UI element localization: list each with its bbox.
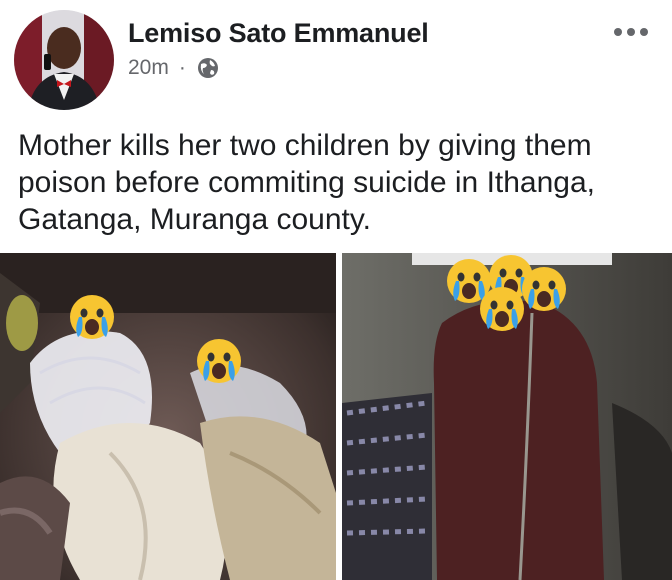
author-avatar[interactable] — [14, 10, 114, 110]
post-photo-2[interactable] — [342, 253, 672, 580]
crying-face-emoji — [70, 295, 114, 339]
globe-icon[interactable] — [196, 56, 220, 80]
meta-separator: · — [178, 56, 186, 79]
photo-1-image — [0, 253, 336, 580]
post-header: Lemiso Sato Emmanuel 20m · — [0, 0, 672, 112]
crying-face-emoji — [480, 287, 524, 331]
crying-face-emoji — [522, 267, 566, 311]
more-dot — [640, 28, 648, 36]
crying-face-emoji — [197, 339, 241, 383]
more-dot — [614, 28, 622, 36]
more-options-icon[interactable] — [614, 28, 648, 36]
post-photo-1[interactable] — [0, 253, 336, 580]
more-dot — [627, 28, 635, 36]
post-text: Mother kills her two children by giving … — [18, 129, 596, 236]
avatar-image — [14, 10, 114, 110]
author-name[interactable]: Lemiso Sato Emmanuel — [128, 18, 429, 49]
post-meta: 20m · — [128, 56, 220, 80]
post-timestamp[interactable]: 20m — [128, 56, 169, 80]
